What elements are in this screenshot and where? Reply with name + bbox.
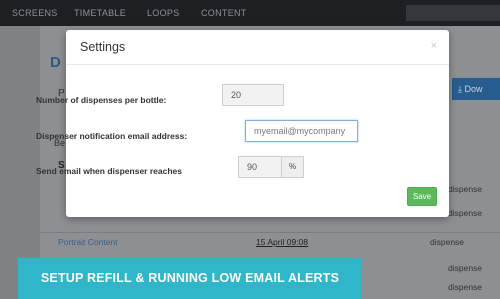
dispenses-label: Number of dispenses per bottle: [36,95,167,105]
dispenses-input[interactable] [222,84,284,106]
top-nav: SCREENS TIMETABLE LOOPS CONTENT [0,0,500,26]
row-date[interactable]: 15 April 09:08 [256,237,308,247]
row-name[interactable]: Portrait Content [58,237,118,247]
email-input[interactable] [245,120,358,142]
email-label: Dispenser notification email address: [36,131,188,141]
page-title-fragment: D [50,54,61,71]
nav-search-area[interactable] [406,5,500,21]
threshold-input[interactable] [238,156,282,178]
table-cell: dispense [448,263,483,273]
modal-title: Settings [80,40,126,54]
modal-header: Settings × [66,30,449,65]
row-type: dispense [430,237,465,247]
table-cell: dispense [448,282,483,292]
nav-item-timetable[interactable]: TIMETABLE [74,8,126,18]
nav-item-loops[interactable]: LOOPS [147,8,180,18]
nav-item-content[interactable]: CONTENT [201,8,247,18]
table-cell: dispense [448,208,483,218]
percent-addon: % [282,156,304,178]
nav-item-screens[interactable]: SCREENS [12,8,58,18]
save-button[interactable]: Save [407,187,437,206]
table-row[interactable]: Portrait Content 15 April 09:08 dispense [40,232,500,253]
download-icon: ⤓ [458,84,462,94]
download-label: Dow [464,84,483,94]
close-icon[interactable]: × [431,40,437,52]
promo-banner: SETUP REFILL & RUNNING LOW EMAIL ALERTS [18,258,362,299]
table-cell: dispense [448,184,483,194]
download-button[interactable]: ⤓ Dow [452,78,500,100]
threshold-label: Send email when dispenser reaches [36,166,182,176]
